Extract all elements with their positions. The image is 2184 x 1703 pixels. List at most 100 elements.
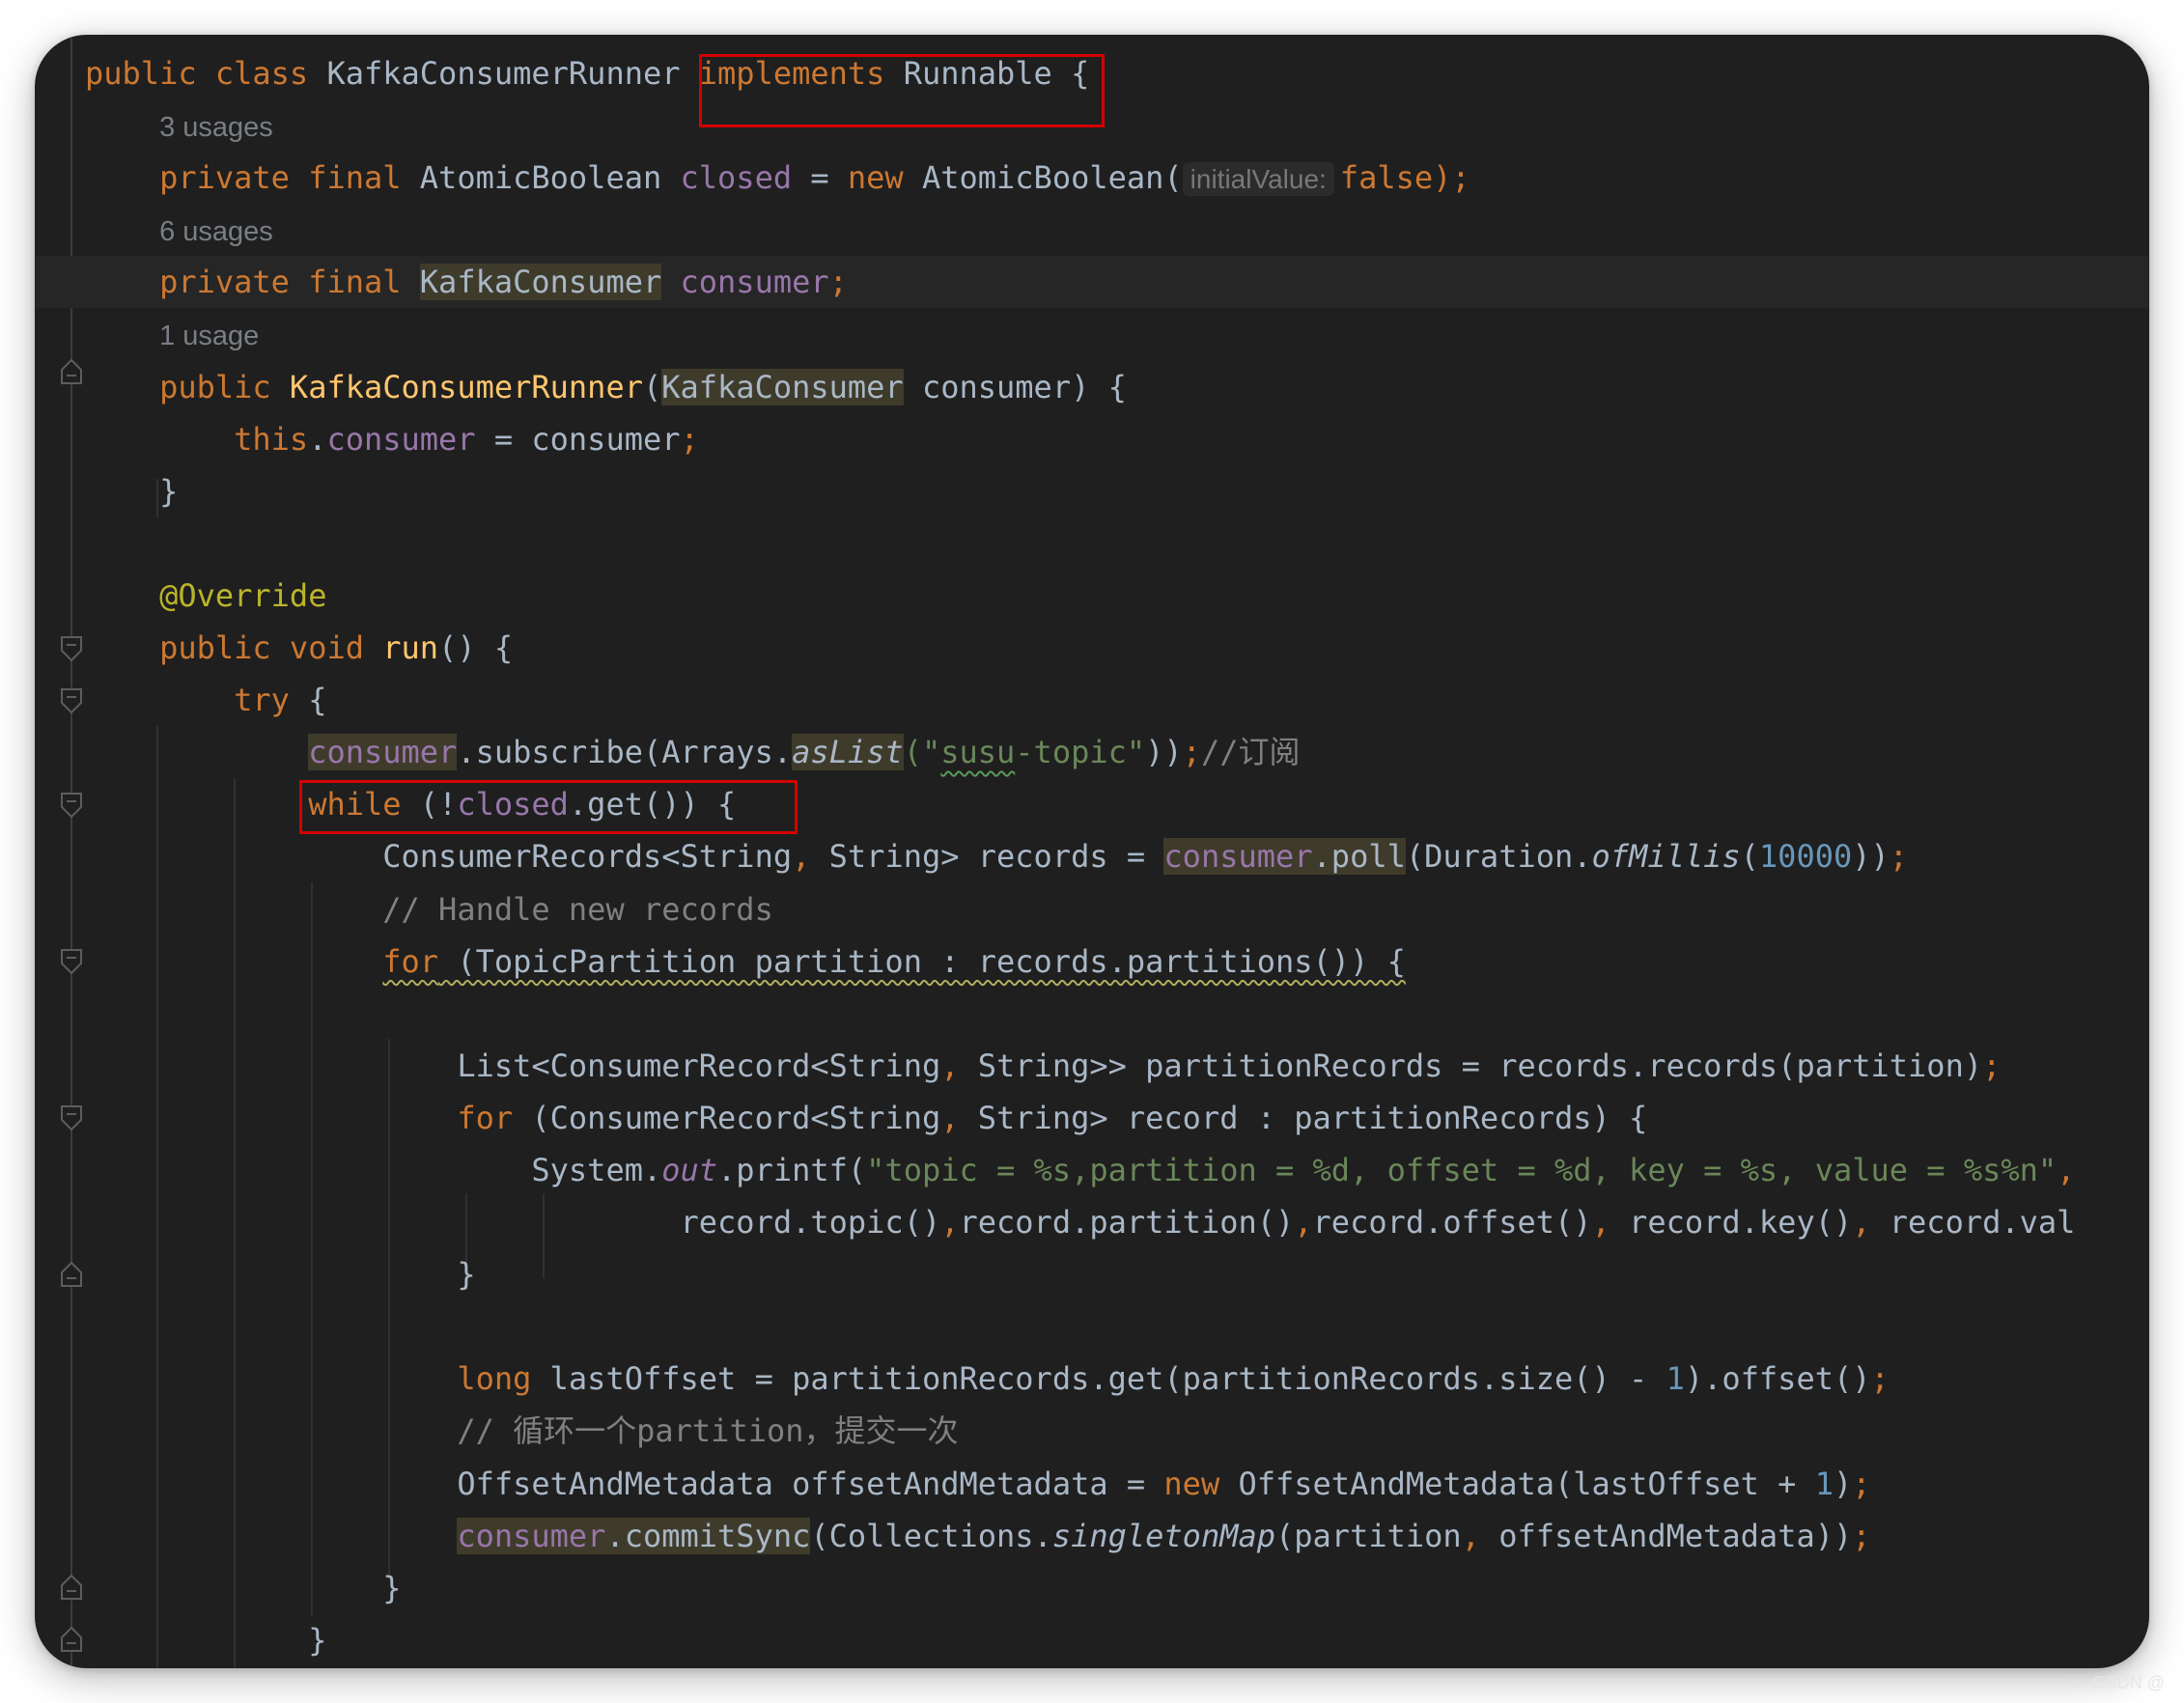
fold-end-icon[interactable] — [60, 1574, 83, 1601]
punctuation: , — [792, 838, 811, 876]
punctuation: (! — [419, 786, 458, 824]
expression: OffsetAndMetadata(lastOffset + — [1219, 1465, 1815, 1502]
usage-hint-line: 3 usages — [85, 99, 2149, 152]
code-line: public void run() { — [85, 622, 2149, 674]
method-call: .poll — [1312, 838, 1406, 876]
static-method: singletonMap — [1051, 1517, 1275, 1554]
constructor-call: AtomicBoolean( — [921, 159, 1183, 197]
punctuation: , — [1852, 1204, 1871, 1242]
static-field: out — [661, 1151, 718, 1188]
keyword: public — [85, 55, 197, 92]
fold-collapse-icon[interactable] — [60, 948, 83, 975]
punctuation: , — [2057, 1151, 2076, 1188]
brace: } — [159, 472, 179, 510]
expression: String> record : partitionRecords) { — [959, 1099, 1648, 1136]
punctuation: , — [1461, 1517, 1480, 1554]
expression: record.offset() — [1312, 1204, 1592, 1242]
code-line: this.consumer = consumer; — [85, 413, 2149, 465]
expression: (ConsumerRecord<String — [513, 1099, 941, 1136]
keyword: try — [234, 682, 290, 719]
punctuation: , — [940, 1047, 960, 1084]
code-line: } — [85, 465, 2149, 517]
literal: false — [1339, 159, 1434, 197]
keyword: implements — [698, 55, 885, 92]
code-line: ConsumerRecords<String, String> records … — [85, 830, 2149, 882]
punctuation: ; — [828, 264, 848, 301]
punctuation: ); — [1433, 159, 1470, 197]
expression: (TopicPartition partition : records.part… — [438, 942, 1406, 980]
punctuation: ; — [1852, 1517, 1871, 1554]
keyword: for — [382, 942, 439, 980]
fold-end-icon[interactable] — [60, 1261, 83, 1288]
brace: } — [382, 1569, 402, 1606]
method-call: .subscribe — [457, 734, 643, 771]
fold-end-icon[interactable] — [60, 358, 83, 385]
expression: String> records = — [810, 838, 1164, 876]
expression: OffsetAndMetadata offsetAndMetadata = — [457, 1465, 1164, 1502]
keyword: public — [159, 368, 271, 405]
code-line: consumer.subscribe(Arrays.asList("susu-t… — [85, 726, 2149, 778]
code-line: long lastOffset = partitionRecords.get(p… — [85, 1353, 2149, 1405]
fold-collapse-icon[interactable] — [60, 687, 83, 714]
field-name-highlighted: consumer — [1163, 838, 1313, 876]
usages-hint[interactable]: 6 usages — [159, 216, 273, 247]
keyword: void — [289, 629, 364, 667]
usages-hint[interactable]: 3 usages — [159, 112, 273, 143]
keyword: final — [308, 264, 402, 301]
keyword: while — [308, 786, 402, 824]
fold-collapse-icon[interactable] — [60, 1104, 83, 1131]
number: 1 — [1666, 1360, 1685, 1398]
number: 10000 — [1758, 838, 1853, 876]
string-typo: susu — [940, 734, 1016, 771]
expression: offsetAndMetadata)) — [1479, 1517, 1853, 1554]
code-line: private final AtomicBoolean closed = new… — [85, 152, 2149, 204]
type-name: List<ConsumerRecord<String — [457, 1047, 941, 1084]
type-name-highlighted: KafkaConsumer — [661, 368, 904, 405]
keyword: new — [847, 159, 904, 197]
method-call: .commitSync — [605, 1517, 811, 1554]
code-line-current: private final KafkaConsumer consumer; — [35, 256, 2149, 309]
class-name: KafkaConsumerRunner — [326, 55, 681, 92]
number: 1 — [1814, 1465, 1834, 1502]
punctuation: ( — [642, 368, 662, 405]
method-call: .printf( — [717, 1151, 867, 1188]
punctuation: , — [1294, 1204, 1313, 1242]
expression: ).offset() — [1684, 1360, 1871, 1398]
punctuation: ; — [1852, 1465, 1871, 1502]
keyword: long — [457, 1360, 532, 1398]
field-name-highlighted: consumer — [457, 1517, 606, 1554]
punctuation: ; — [1182, 734, 1201, 771]
interface-name: Runnable — [903, 55, 1052, 92]
brace: } — [457, 1256, 476, 1294]
fold-collapse-icon[interactable] — [60, 635, 83, 662]
punctuation: ; — [1982, 1047, 2002, 1084]
keyword: for — [457, 1099, 514, 1136]
keyword: private — [159, 159, 290, 197]
punctuation: , — [1591, 1204, 1610, 1242]
punctuation: )) — [1145, 734, 1183, 771]
code-area[interactable]: public class KafkaConsumerRunner impleme… — [35, 47, 2149, 1666]
code-line: for (ConsumerRecord<String, String> reco… — [85, 1092, 2149, 1144]
fold-end-icon[interactable] — [60, 1626, 83, 1653]
keyword: final — [308, 159, 402, 197]
code-line: } — [85, 1614, 2149, 1666]
fold-collapse-icon[interactable] — [60, 792, 83, 819]
punctuation: ) — [1833, 1465, 1853, 1502]
code-line: public KafkaConsumerRunner(KafkaConsumer… — [85, 361, 2149, 413]
punctuation: ; — [1889, 838, 1909, 876]
punctuation: , — [940, 1099, 960, 1136]
comment: // 循环一个partition，提交一次 — [457, 1412, 959, 1450]
brace: { — [1071, 55, 1090, 92]
code-line: consumer.commitSync(Collections.singleto… — [85, 1510, 2149, 1562]
expression: record.key() — [1610, 1204, 1853, 1242]
expression: (Collections. — [810, 1517, 1052, 1554]
usages-hint[interactable]: 1 usage — [159, 321, 259, 351]
field-name: closed — [457, 786, 569, 824]
keyword: public — [159, 629, 271, 667]
brace: { — [308, 682, 327, 719]
type-name: ConsumerRecords<String — [382, 838, 793, 876]
operator: = — [810, 159, 829, 197]
code-line: public class KafkaConsumerRunner impleme… — [85, 47, 2149, 99]
expression: .get()) { — [568, 786, 737, 824]
